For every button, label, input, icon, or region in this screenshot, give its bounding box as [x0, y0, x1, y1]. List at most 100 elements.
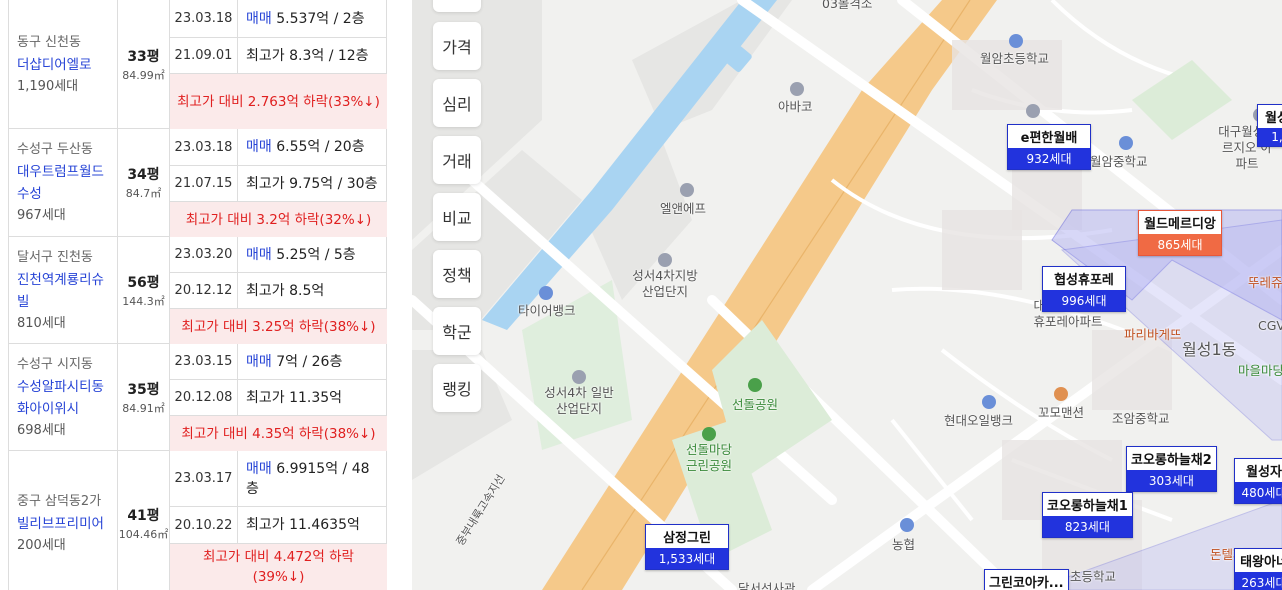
households-label: 1,190세대 [17, 78, 79, 94]
sale-row: 23.03.18 매매 6.55억 / 20층 [170, 129, 387, 166]
apartment-marker[interactable]: 코오롱하늘채1 823세대 [1042, 492, 1133, 538]
building-icon [680, 183, 694, 197]
marker-households: 480세대 [1235, 482, 1282, 503]
table-row[interactable]: 수성구 두산동 대우트럼프월드수성 967세대 34평 84.7㎡ 23.03.… [8, 129, 387, 237]
menu-button-school[interactable]: 학군 [433, 307, 481, 355]
marker-households: 1,533세대 [646, 548, 728, 569]
marker-name: 코오롱하늘채1 [1043, 493, 1132, 516]
map-label-school: 초등학교 [1070, 569, 1117, 584]
sale-price: 5.537억 / 2층 [276, 10, 365, 27]
sale-type: 매매 [246, 246, 272, 263]
price-cell: 23.03.17 매매 6.9915억 / 48층 20.10.22 최고가 1… [170, 451, 387, 590]
high-price: 11.35억 [289, 389, 343, 406]
high-type: 최고가 [246, 47, 285, 64]
drop-text: 최고가 대비 3.2억 하락(32%↓) [170, 202, 387, 237]
school-icon [1119, 136, 1133, 150]
high-type: 최고가 [246, 175, 285, 192]
map-label-poi: 파리바게뜨 [1124, 327, 1182, 342]
complex-name-link[interactable]: 더샵디어엘로 [17, 54, 109, 76]
high-date: 20.12.08 [170, 380, 238, 415]
complex-name-link[interactable]: 진천역계룡리슈빌 [17, 269, 109, 313]
high-price: 11.4635억 [289, 517, 360, 533]
sale-date: 23.03.18 [170, 129, 238, 165]
marker-name: 코오롱하늘채2 [1127, 447, 1216, 470]
high-date: 20.10.22 [170, 507, 238, 543]
marker-households: 865세대 [1139, 234, 1221, 255]
district-label: 수성구 시지동 [17, 356, 93, 372]
menu-button-compare[interactable]: 비교 [433, 193, 481, 241]
apartment-marker[interactable]: e편한월배 932세대 [1007, 124, 1091, 170]
menu-button-policy[interactable]: 정책 [433, 250, 481, 298]
marker-name: e편한월배 [1008, 125, 1090, 148]
marker-name: 월성 [1258, 105, 1282, 128]
complex-name-link[interactable]: 대우트럼프월드수성 [17, 161, 109, 205]
listing-panel: 동구 신천동 더샵디어엘로 1,190세대 33평 84.99㎡ 23.03.1… [0, 0, 412, 590]
high-price: 8.5억 [289, 282, 325, 299]
high-date: 21.09.01 [170, 38, 238, 73]
complex-name-link[interactable]: 수성알파시티동화아이위시 [17, 376, 109, 420]
apartment-marker[interactable]: 태왕아너 263세대 [1234, 548, 1282, 590]
sale-date: 23.03.18 [170, 0, 238, 37]
district-label: 중구 삼덕동2가 [17, 493, 102, 509]
map-label-poi: 현대오일뱅크 [944, 413, 1014, 428]
high-price: 8.3억 / 12층 [289, 47, 369, 64]
pyeong-label: 41평 [127, 507, 160, 524]
sale-price: 5.25억 / 5층 [276, 246, 356, 263]
high-price: 9.75억 / 30층 [289, 175, 378, 192]
area-label: 104.46㎡ [118, 527, 169, 541]
households-label: 810세대 [17, 315, 66, 331]
apartment-marker[interactable]: 코오롱하늘채2 303세대 [1126, 446, 1217, 492]
table-row[interactable]: 달서구 진천동 진천역계룡리슈빌 810세대 56평 144.3㎡ 23.03.… [8, 237, 387, 344]
drop-text: 최고가 대비 4.35억 하락(38%↓) [170, 416, 387, 451]
apartment-marker-highlighted[interactable]: 월드메르디앙 865세대 [1138, 210, 1222, 256]
size-cell: 34평 84.7㎡ [118, 129, 170, 237]
apartment-marker[interactable]: 월성자 480세대 [1234, 458, 1282, 504]
area-label: 144.3㎡ [122, 294, 165, 308]
high-row: 21.09.01 최고가 8.3억 / 12층 [170, 38, 387, 74]
map-label-school: 조암중학교 [1112, 411, 1170, 426]
apartment-marker[interactable]: 그린코아카... [984, 569, 1069, 590]
complex-name-link[interactable]: 빌리브프리미어 [17, 513, 109, 535]
price-cell: 23.03.20 매매 5.25억 / 5층 20.12.12 최고가 8.5억… [170, 237, 387, 344]
home-icon [1054, 387, 1068, 401]
map-label-school: 월암중학교 [1090, 154, 1148, 169]
sale-price: 6.55억 / 20층 [276, 139, 365, 155]
menu-button-sentiment[interactable]: 심리 [433, 79, 481, 127]
area-label: 84.7㎡ [125, 187, 162, 200]
map-label-park: 선돌공원 [732, 397, 779, 412]
building-icon [790, 82, 804, 96]
high-type: 최고가 [246, 389, 285, 406]
map-label-area: 성서4차지방 산업단지 [632, 268, 698, 299]
map-view[interactable]: 가격 심리 거래 비교 정책 학군 랭킹 03볼격소 월암초등학교 월암중학교 … [412, 0, 1282, 590]
building-icon [1026, 104, 1040, 118]
map-label-poi: 타이어뱅크 [518, 303, 576, 318]
apartment-marker[interactable]: 협성휴포레 996세대 [1042, 266, 1126, 312]
high-row: 20.12.12 최고가 8.5억 [170, 273, 387, 309]
area-label: 84.91㎡ [122, 401, 165, 415]
map-label-area: 성서4차 일반산업단지 [544, 385, 614, 416]
size-cell: 35평 84.91㎡ [118, 344, 170, 451]
price-cell: 23.03.18 매매 5.537억 / 2층 21.09.01 최고가 8.3… [170, 0, 387, 129]
table-row[interactable]: 동구 신천동 더샵디어엘로 1,190세대 33평 84.99㎡ 23.03.1… [8, 0, 387, 129]
apartment-marker[interactable]: 월성 1, [1257, 104, 1282, 147]
map-label-poi: 마을마당 [1238, 363, 1282, 378]
tire-shop-icon [539, 286, 553, 300]
menu-button-ranking[interactable]: 랭킹 [433, 364, 481, 412]
menu-button-top[interactable] [433, 0, 481, 12]
marker-name: 태왕아너 [1235, 549, 1282, 572]
table-row[interactable]: 중구 삼덕동2가 빌리브프리미어 200세대 41평 104.46㎡ 23.03… [8, 451, 387, 590]
marker-name: 그린코아카... [985, 570, 1068, 590]
marker-name: 삼정그린 [646, 525, 728, 548]
marker-name: 월드메르디앙 [1139, 211, 1221, 234]
pyeong-label: 34평 [127, 167, 160, 183]
menu-button-price[interactable]: 가격 [433, 22, 481, 70]
sale-type: 매매 [246, 139, 272, 155]
sale-date: 23.03.15 [170, 344, 238, 379]
sale-date: 23.03.17 [170, 451, 238, 506]
high-row: 20.12.08 최고가 11.35억 [170, 380, 387, 416]
table-row[interactable]: 수성구 시지동 수성알파시티동화아이위시 698세대 35평 84.91㎡ 23… [8, 344, 387, 451]
map-label-poi: 아바코 [778, 99, 813, 114]
district-label: 동구 신천동 [17, 34, 81, 50]
apartment-marker[interactable]: 삼정그린 1,533세대 [645, 524, 729, 570]
menu-button-trade[interactable]: 거래 [433, 136, 481, 184]
